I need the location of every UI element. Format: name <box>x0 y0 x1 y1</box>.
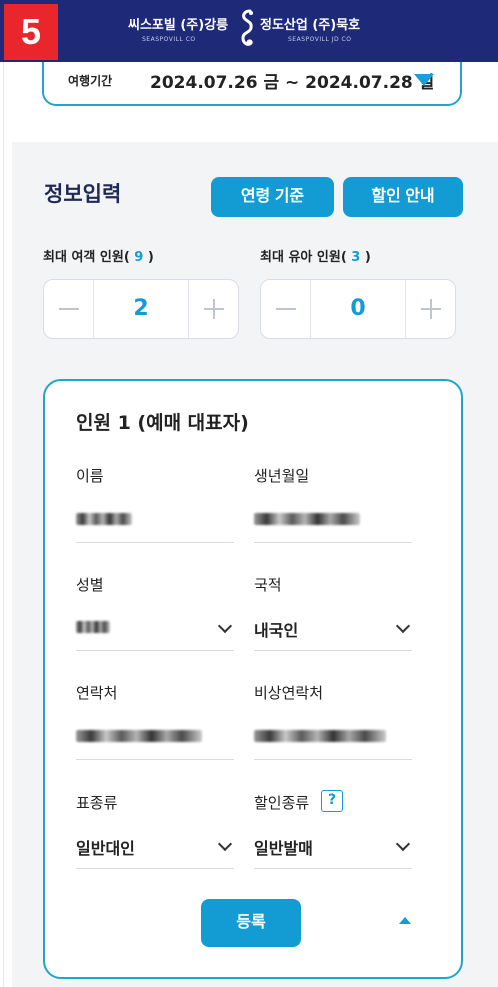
redacted-emergency-contact <box>254 730 386 742</box>
collapse-caret-icon[interactable] <box>399 917 411 924</box>
redacted-name <box>76 513 132 525</box>
brand-logo: 씨스포빌 (주)강릉 SEASPOVILL CO 정도산업 (주)묵호 SEAS… <box>120 6 390 56</box>
max-adult-text: 최대 여객 인원 <box>43 250 124 265</box>
emergency-contact-label: 비상연락처 <box>254 684 324 702</box>
adult-count-value: 2 <box>133 296 149 321</box>
chevron-down-icon <box>395 618 411 634</box>
discount-type-label: 할인종류 <box>254 794 310 812</box>
max-infant-value: 3 <box>351 250 361 265</box>
emergency-contact-field[interactable] <box>254 716 412 760</box>
register-button[interactable]: 등록 <box>201 899 301 947</box>
name-label: 이름 <box>76 467 104 485</box>
discount-guide-button[interactable]: 할인 안내 <box>343 177 463 217</box>
travel-period-selector[interactable]: 여행기간 2024.07.26 금 ~ 2024.07.28 일 <box>42 62 462 106</box>
section-title: 정보입력 <box>44 182 122 206</box>
birthdate-field[interactable] <box>254 499 412 543</box>
discount-type-value: 일반발매 <box>254 839 313 858</box>
redacted-phone <box>76 730 202 742</box>
phone-field[interactable] <box>76 716 234 760</box>
brand-left-name: 씨스포빌 (주)강릉 <box>128 18 229 33</box>
travel-period-label: 여행기간 <box>68 74 113 88</box>
nationality-value: 내국인 <box>254 621 299 640</box>
brand-left-sub: SEASPOVILL CO <box>142 36 196 43</box>
chevron-down-icon <box>217 618 233 634</box>
discount-type-select[interactable]: 일반발매 <box>254 825 412 869</box>
adult-count-stepper: 2 <box>43 279 239 339</box>
infant-count-stepper: 0 <box>260 279 456 339</box>
frame-divider <box>3 62 4 987</box>
adult-plus-button[interactable] <box>188 280 238 338</box>
brand-right-name: 정도산업 (주)묵호 <box>260 18 361 33</box>
caret-down-icon[interactable] <box>414 74 434 86</box>
infant-plus-button[interactable] <box>405 280 455 338</box>
name-field[interactable] <box>76 499 234 543</box>
max-infant-text: 최대 유아 인원 <box>260 250 341 265</box>
nationality-label: 국적 <box>254 576 282 594</box>
age-criteria-button[interactable]: 연령 기준 <box>211 177 334 217</box>
app-header: 5 씨스포빌 (주)강릉 SEASPOVILL CO 정도산업 (주)묵호 SE… <box>0 0 498 62</box>
chevron-down-icon <box>217 836 233 852</box>
redacted-birthdate <box>254 513 360 525</box>
gender-select[interactable] <box>76 607 234 651</box>
infant-count-value: 0 <box>350 296 366 321</box>
ticket-type-value: 일반대인 <box>76 839 135 858</box>
travel-period-value: 2024.07.26 금 ~ 2024.07.28 일 <box>150 73 435 93</box>
redacted-gender <box>76 621 110 633</box>
phone-label: 연락처 <box>76 684 118 702</box>
infant-minus-button[interactable] <box>261 280 311 338</box>
passenger-card-title: 인원 1 (예매 대표자) <box>76 412 249 434</box>
ticket-type-select[interactable]: 일반대인 <box>76 825 234 869</box>
passenger-card: 인원 1 (예매 대표자) 이름 생년월일 성별 국적 내국인 연락처 비상연락… <box>43 379 463 979</box>
step-badge: 5 <box>4 4 58 60</box>
nationality-select[interactable]: 내국인 <box>254 607 412 651</box>
brand-right-sub: SEASPOVILL JD CO <box>288 36 352 43</box>
seahorse-logo-icon <box>241 9 253 46</box>
adult-minus-button[interactable] <box>44 280 94 338</box>
help-icon[interactable]: ? <box>321 790 343 812</box>
gender-label: 성별 <box>76 576 104 594</box>
chevron-down-icon <box>395 836 411 852</box>
max-adult-label: 최대 여객 인원( 9 ) <box>43 250 154 265</box>
birthdate-label: 생년월일 <box>254 467 310 485</box>
max-infant-label: 최대 유아 인원( 3 ) <box>260 250 371 265</box>
max-adult-value: 9 <box>134 250 144 265</box>
ticket-type-label: 표종류 <box>76 794 118 812</box>
